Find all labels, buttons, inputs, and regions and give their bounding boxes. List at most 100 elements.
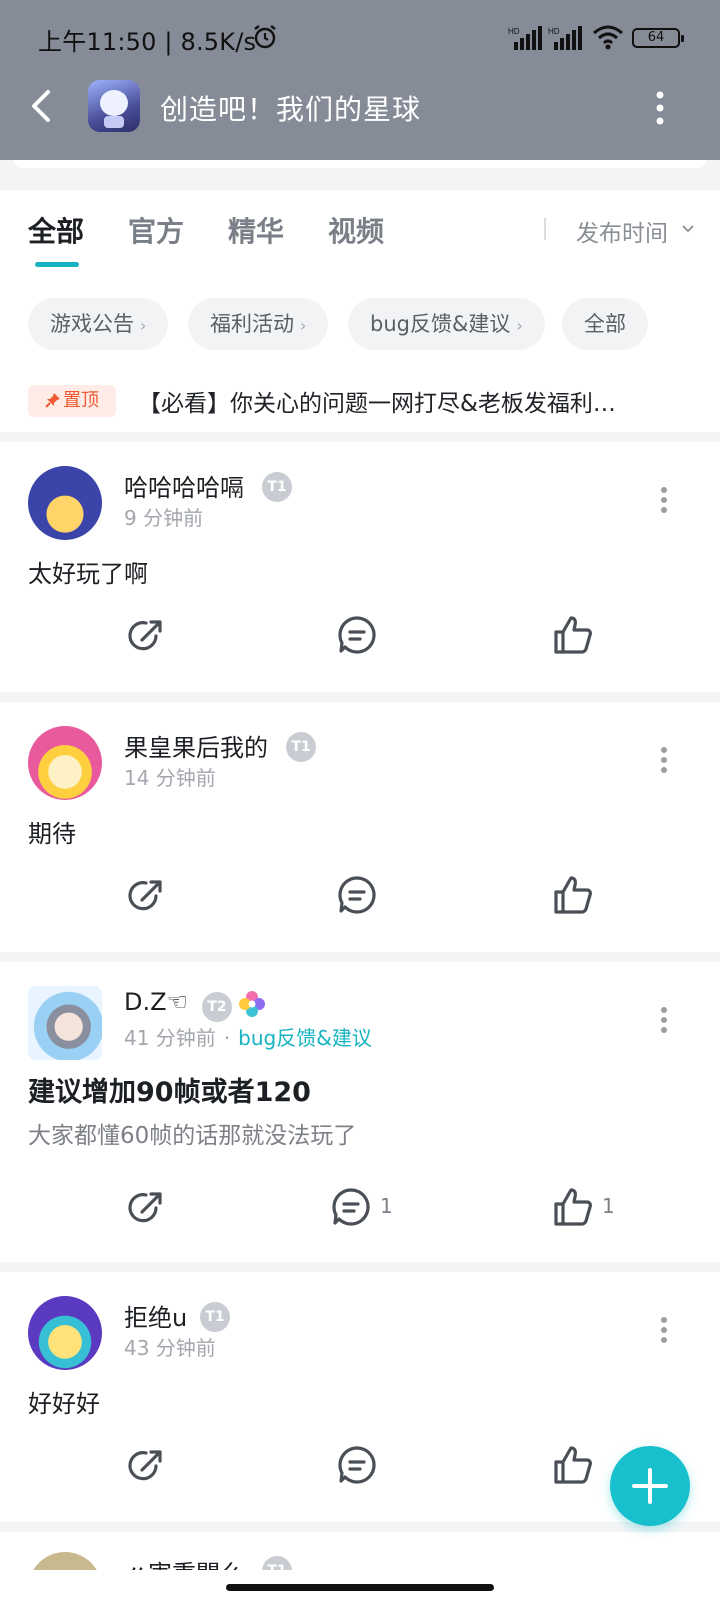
tab-bar: 全部 官方 精华 视频 发布时间 <box>0 190 720 280</box>
post-category-tag[interactable]: bug反馈&建议 <box>238 1026 372 1050</box>
pinned-badge-label: 置顶 <box>63 390 99 411</box>
divider <box>0 1262 720 1272</box>
level-badge: T1 <box>262 1556 292 1570</box>
pinned-badge: 置顶 <box>28 385 116 417</box>
chip-events[interactable]: 福利活动 › <box>188 298 329 350</box>
post-content: 好好好 <box>28 1390 100 1418</box>
like-icon <box>554 1446 592 1484</box>
svg-text:HD: HD <box>548 27 560 36</box>
chevron-down-icon <box>682 225 694 233</box>
comment-button[interactable]: 1 <box>330 1186 410 1230</box>
post-time: 43 分钟前 <box>124 1336 216 1360</box>
like-button[interactable]: 1 <box>552 1186 632 1230</box>
more-vertical-icon[interactable] <box>660 1006 668 1034</box>
like-icon <box>554 1188 592 1226</box>
post-title: 建议增加90帧或者120 <box>28 1077 311 1108</box>
post-time: 41 分钟前 <box>124 1026 216 1050</box>
level-badge: T1 <box>200 1302 230 1332</box>
post-time: 9 分钟前 <box>124 506 204 530</box>
avatar[interactable] <box>28 1296 102 1370</box>
tab-official[interactable]: 官方 <box>128 210 184 250</box>
status-bar: 上午11:50 | 8.5K/s HD HD 64 <box>0 0 720 72</box>
chip-all[interactable]: 全部 <box>562 298 648 350</box>
chip-label: 游戏公告 <box>50 312 134 336</box>
like-icon <box>554 876 592 914</box>
divider <box>0 1522 720 1532</box>
tab-all[interactable]: 全部 <box>28 210 84 250</box>
share-icon <box>128 620 162 651</box>
share-icon <box>128 880 162 911</box>
post-content: 期待 <box>28 820 76 848</box>
comment-icon <box>338 616 376 654</box>
tab-featured[interactable]: 精华 <box>228 210 284 250</box>
app-header: 创造吧！我们的星球 <box>0 72 720 160</box>
tab-indicator <box>35 262 79 267</box>
avatar[interactable] <box>28 986 102 1060</box>
more-vertical-icon[interactable] <box>652 90 668 126</box>
pinned-post[interactable]: 置顶 【必看】你关心的问题一网打尽&老板发福利… <box>0 378 720 426</box>
chevron-right-icon: › <box>300 316 307 335</box>
share-icon <box>128 1192 162 1223</box>
more-vertical-icon[interactable] <box>660 1316 668 1344</box>
username[interactable]: 哈哈哈哈嗝 <box>124 468 244 503</box>
level-badge: T1 <box>262 472 292 502</box>
alarm-icon <box>254 25 276 49</box>
separator-dot: · <box>223 1026 231 1050</box>
post-card[interactable]: 果皇果后我的 T1 14 分钟前 期待 <box>0 702 720 952</box>
sort-dropdown[interactable]: 发布时间 <box>576 214 668 248</box>
pinned-title: 【必看】你关心的问题一网打尽&老板发福利… <box>138 391 616 417</box>
username[interactable]: 果皇果后我的 <box>124 728 268 763</box>
svg-text:HD: HD <box>508 27 520 36</box>
chip-label: bug反馈&建议 <box>370 312 511 336</box>
wifi-icon <box>593 25 623 50</box>
post-meta: 41 分钟前 · bug反馈&建议 <box>124 1022 372 1051</box>
divider <box>0 692 720 702</box>
flower-badge-icon <box>239 991 265 1017</box>
category-chips: 游戏公告 › 福利活动 › bug反馈&建议 › 全部 <box>0 298 720 350</box>
avatar[interactable] <box>28 726 102 800</box>
avatar[interactable] <box>28 1552 102 1570</box>
username[interactable]: 拒绝u <box>124 1298 187 1333</box>
comment-count: 1 <box>380 1194 393 1218</box>
share-icon <box>128 1450 162 1481</box>
level-badge: T2 <box>202 992 232 1022</box>
more-vertical-icon[interactable] <box>660 486 668 514</box>
divider <box>0 432 720 442</box>
chevron-right-icon: › <box>140 316 147 335</box>
status-time: 上午11:50 | 8.5K/s <box>38 28 257 56</box>
chip-announcements[interactable]: 游戏公告 › <box>28 298 169 350</box>
chip-label: 福利活动 <box>210 312 294 336</box>
tab-video[interactable]: 视频 <box>328 210 384 250</box>
sheet-divider <box>0 160 720 190</box>
avatar[interactable] <box>28 466 102 540</box>
comment-icon <box>338 876 376 914</box>
post-time: 14 分钟前 <box>124 766 216 790</box>
back-arrow-icon[interactable] <box>24 86 60 126</box>
battery-icon: 64 <box>632 28 684 48</box>
pin-icon <box>45 393 60 408</box>
divider <box>544 218 546 240</box>
username[interactable]: D.Z☜ <box>124 988 188 1016</box>
more-vertical-icon[interactable] <box>660 746 668 774</box>
plus-icon <box>632 1468 668 1504</box>
game-icon[interactable] <box>88 80 140 132</box>
chip-bug-feedback[interactable]: bug反馈&建议 › <box>348 298 545 350</box>
divider <box>0 952 720 962</box>
create-post-button[interactable] <box>610 1446 690 1526</box>
chip-label: 全部 <box>584 312 626 336</box>
comment-icon <box>338 1446 376 1484</box>
signal-icon: HD <box>548 26 582 50</box>
level-badge: T1 <box>286 732 316 762</box>
signal-icon: HD <box>508 26 542 50</box>
like-icon <box>554 616 592 654</box>
top-bar: 上午11:50 | 8.5K/s HD HD 64 创造吧！我们的星球 <box>0 0 720 160</box>
post-card[interactable]: 哈哈哈哈嗝 T1 9 分钟前 太好玩了啊 <box>0 442 720 692</box>
like-count: 1 <box>602 1194 615 1218</box>
post-card[interactable]: 〃害重關么 T1 <box>0 1532 720 1570</box>
post-card[interactable]: D.Z☜ T2 41 分钟前 · bug反馈&建议 建议增加90帧或者120 大家都… <box>0 962 720 1262</box>
home-indicator[interactable] <box>226 1584 494 1591</box>
chevron-right-icon: › <box>516 316 523 335</box>
username[interactable]: 〃害重關么 <box>124 1554 244 1570</box>
post-summary: 大家都懂60帧的话那就没法玩了 <box>28 1123 357 1149</box>
comment-icon <box>332 1188 370 1226</box>
